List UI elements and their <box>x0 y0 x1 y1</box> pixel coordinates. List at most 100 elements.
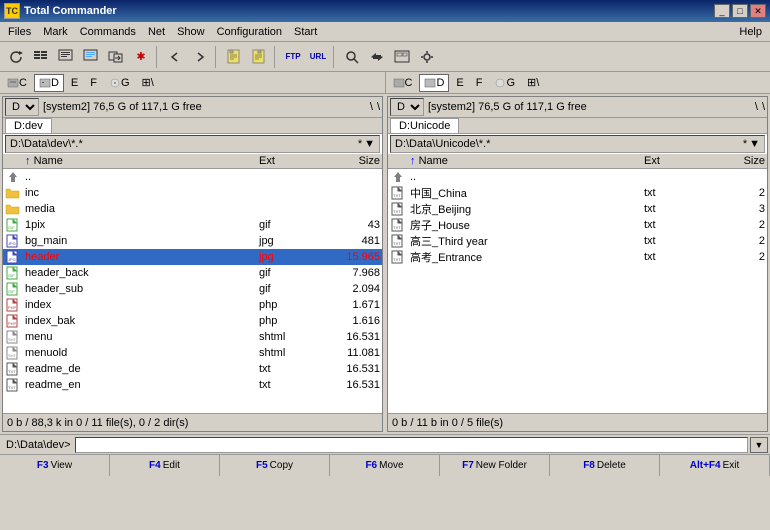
menu-show[interactable]: Show <box>171 24 211 40</box>
brief-view-button[interactable] <box>29 46 53 68</box>
right-drive-select[interactable]: D <box>390 98 424 116</box>
list-item[interactable]: JPG bg_main jpg 481 <box>3 233 382 249</box>
list-item[interactable]: .. <box>3 169 382 185</box>
fkey-alt-f4[interactable]: Alt+F4Exit <box>660 455 770 476</box>
left-drive-c[interactable]: C <box>2 74 32 92</box>
fkey-f8[interactable]: F8Delete <box>550 455 660 476</box>
list-item[interactable]: SHT menu shtml 16.531 <box>3 329 382 345</box>
list-item[interactable]: TXT readme_en txt 16.531 <box>3 377 382 393</box>
list-item[interactable]: PHP index_bak php 1.616 <box>3 313 382 329</box>
refresh-button[interactable] <box>4 46 28 68</box>
close-button[interactable]: ✕ <box>750 4 766 18</box>
left-drive-d[interactable]: D <box>34 74 64 92</box>
fkey-f5[interactable]: F5Copy <box>220 455 330 476</box>
right-backslash: \ <box>755 101 758 113</box>
right-col-ext[interactable]: Ext <box>642 155 697 167</box>
back-button[interactable] <box>163 46 187 68</box>
list-item[interactable]: media <box>3 201 382 217</box>
menu-help[interactable]: Help <box>733 24 768 40</box>
list-item[interactable]: TXT 北京_Beijing txt 3 <box>388 201 767 217</box>
find-button[interactable] <box>340 46 364 68</box>
list-item[interactable]: GIF 1pix gif 43 <box>3 217 382 233</box>
file-icon-txt: TXT <box>5 361 21 377</box>
list-item[interactable]: inc <box>3 185 382 201</box>
left-drive-g[interactable]: G <box>104 74 135 92</box>
list-item[interactable]: GIF header_sub gif 2.094 <box>3 281 382 297</box>
left-file-list[interactable]: .. inc media GIF 1pix gif 43 JPG bg_main… <box>3 169 382 413</box>
list-item[interactable]: TXT readme_de txt 16.531 <box>3 361 382 377</box>
right-file-list[interactable]: .. TXT 中国_China txt 2 TXT 北京_Beijing txt… <box>388 169 767 413</box>
list-item[interactable]: GIF header_back gif 7.968 <box>3 265 382 281</box>
maximize-button[interactable]: □ <box>732 4 748 18</box>
left-drive-f[interactable]: F <box>85 74 102 92</box>
file-icon-up <box>390 169 406 185</box>
list-item[interactable]: TXT 高三_Third year txt 2 <box>388 233 767 249</box>
right-drive-net[interactable]: ⊞\ <box>522 74 544 92</box>
copy-files-button[interactable] <box>104 46 128 68</box>
menu-mark[interactable]: Mark <box>37 24 73 40</box>
left-col-name[interactable]: ↑ Name <box>21 155 257 167</box>
file-ext: jpg <box>257 235 312 247</box>
file-ext: txt <box>257 363 312 375</box>
right-col-size[interactable]: Size <box>697 155 767 167</box>
list-item[interactable]: PHP index php 1.671 <box>3 297 382 313</box>
ftp-button[interactable]: FTP <box>281 46 305 68</box>
left-path-dropdown[interactable]: ▼ <box>364 138 375 150</box>
left-drive-select[interactable]: D <box>5 98 39 116</box>
file-icon-folder <box>5 201 21 217</box>
file-ext: shtml <box>257 331 312 343</box>
menu-net[interactable]: Net <box>142 24 171 40</box>
file-name: 1pix <box>23 219 257 231</box>
right-drive-d[interactable]: D <box>419 74 449 92</box>
file-ext: jpg <box>257 251 312 263</box>
file-icon-gif: GIF <box>5 281 21 297</box>
url-button[interactable]: URL <box>306 46 330 68</box>
right-panel-tab[interactable]: D:Unicode <box>390 118 459 133</box>
list-item[interactable]: TXT 中国_China txt 2 <box>388 185 767 201</box>
list-item[interactable]: JPG header jpg 15.965 <box>3 249 382 265</box>
fkey-f7[interactable]: F7New Folder <box>440 455 550 476</box>
file-name: header <box>23 251 257 263</box>
star-button[interactable]: ✱ <box>129 46 153 68</box>
right-drive-g[interactable]: G <box>489 74 520 92</box>
file-icon-txt: TXT <box>390 201 406 217</box>
sync-button[interactable] <box>365 46 389 68</box>
right-drive-e[interactable]: E <box>451 74 468 92</box>
right-status-text: 0 b / 11 b in 0 / 5 file(s) <box>392 417 503 429</box>
right-col-name[interactable]: ↑ Name <box>406 155 642 167</box>
list-item[interactable]: TXT 高考_Entrance txt 2 <box>388 249 767 265</box>
cmdline-input[interactable] <box>75 437 748 453</box>
config-button[interactable] <box>415 46 439 68</box>
fkey-f4[interactable]: F4Edit <box>110 455 220 476</box>
forward-button[interactable] <box>188 46 212 68</box>
select-button[interactable] <box>390 46 414 68</box>
pack-button[interactable] <box>222 46 246 68</box>
left-col-ext[interactable]: Ext <box>257 155 312 167</box>
list-item[interactable]: TXT 房子_House txt 2 <box>388 217 767 233</box>
menu-commands[interactable]: Commands <box>74 24 142 40</box>
right-path-dropdown[interactable]: ▼ <box>749 138 760 150</box>
file-icon-txt: TXT <box>390 233 406 249</box>
left-drive-net[interactable]: ⊞\ <box>137 74 159 92</box>
view2-button[interactable] <box>79 46 103 68</box>
minimize-button[interactable]: _ <box>714 4 730 18</box>
file-icon-gif: GIF <box>5 217 21 233</box>
fkey-f6[interactable]: F6Move <box>330 455 440 476</box>
left-file-list-header: ↑ Name Ext Size <box>3 154 382 169</box>
fkey-f3[interactable]: F3View <box>0 455 110 476</box>
menu-files[interactable]: Files <box>2 24 37 40</box>
list-item[interactable]: SHT menuold shtml 11.081 <box>3 345 382 361</box>
menu-start[interactable]: Start <box>288 24 323 40</box>
menu-configuration[interactable]: Configuration <box>211 24 288 40</box>
left-col-size[interactable]: Size <box>312 155 382 167</box>
right-drive-c[interactable]: C <box>388 74 418 92</box>
list-item[interactable]: .. <box>388 169 767 185</box>
right-drive-f[interactable]: F <box>471 74 488 92</box>
cmdline-dropdown-button[interactable]: ▼ <box>750 437 768 453</box>
right-path: D:\Data\Unicode\*.* <box>395 138 490 150</box>
left-drive-e[interactable]: E <box>66 74 83 92</box>
svg-text:GIF: GIF <box>8 225 15 230</box>
left-panel-tab[interactable]: D:dev <box>5 118 52 133</box>
unpack-button[interactable] <box>247 46 271 68</box>
view1-button[interactable] <box>54 46 78 68</box>
